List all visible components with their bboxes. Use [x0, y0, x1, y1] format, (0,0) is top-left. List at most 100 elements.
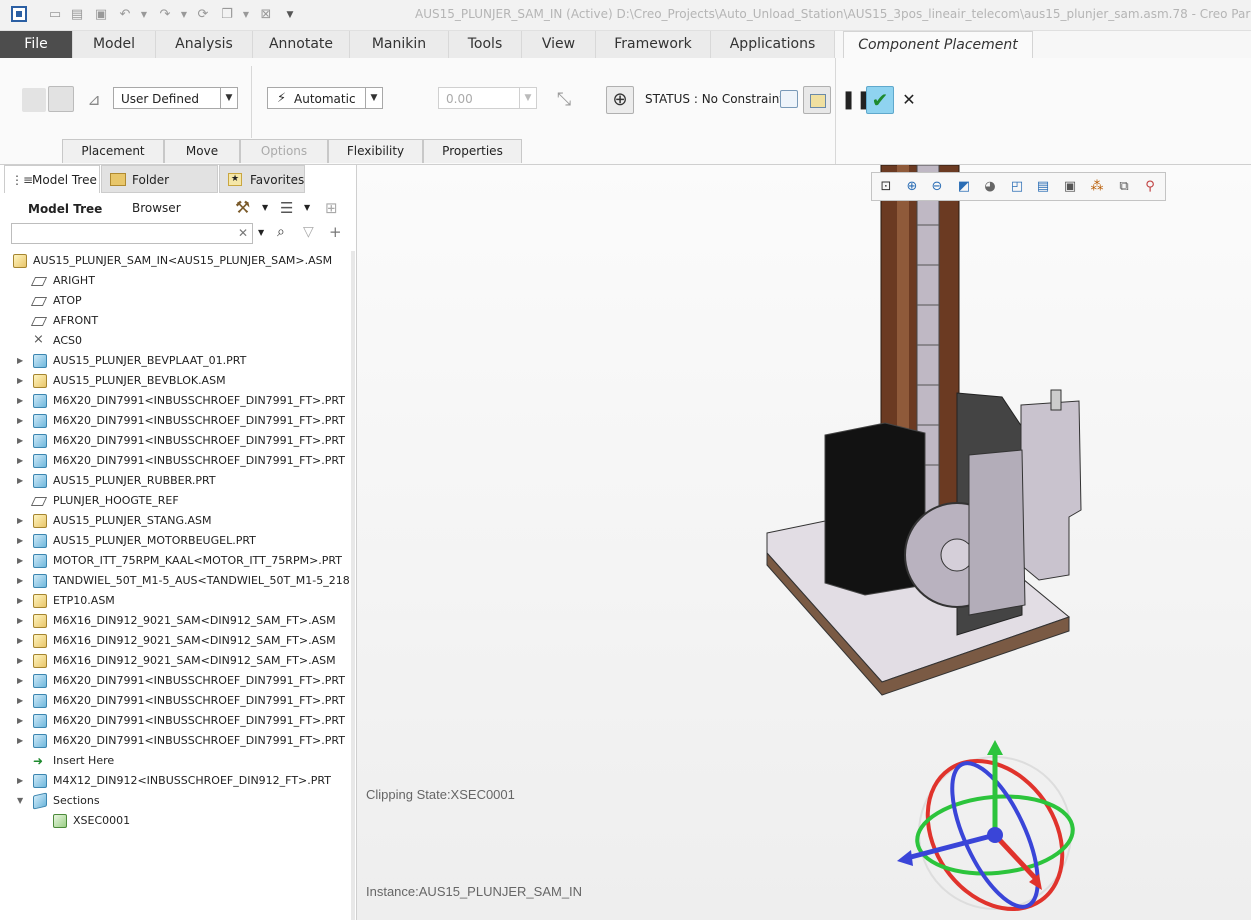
subtab-move[interactable]: Move — [164, 139, 240, 163]
open-folder-icon[interactable]: ▤ — [69, 7, 85, 23]
constraint-type-dropdown[interactable]: ⚡ Automatic ▼ — [267, 87, 383, 109]
annotation-display-icon[interactable]: ⚲ — [1142, 179, 1158, 195]
tree-item[interactable]: XSEC0001 — [0, 811, 350, 831]
tree-item[interactable]: PLUNJER_HOOGTE_REF — [0, 491, 350, 511]
panel-tab-folder-browser[interactable]: Folder Browser — [101, 165, 218, 215]
expand-right-icon[interactable]: ▶ — [17, 411, 27, 431]
tree-item[interactable]: ARIGHT — [0, 271, 350, 291]
tree-item[interactable]: ▶ M6X20_DIN7991<INBUSSCHROEF_DIN7991_FT>.… — [0, 391, 350, 411]
separate-window-icon[interactable] — [780, 90, 798, 108]
tree-item[interactable]: ▶ M4X12_DIN912<INBUSSCHROEF_DIN912_FT>.PR… — [0, 771, 350, 791]
tree-item[interactable]: ▶ M6X20_DIN7991<INBUSSCHROEF_DIN7991_FT>.… — [0, 731, 350, 751]
tree-item[interactable]: ▶ M6X20_DIN7991<INBUSSCHROEF_DIN7991_FT>.… — [0, 451, 350, 471]
expand-right-icon[interactable]: ▶ — [17, 431, 27, 451]
subtab-options[interactable]: Options — [240, 139, 328, 163]
tree-item[interactable]: ▶ M6X20_DIN7991<INBUSSCHROEF_DIN7991_FT>.… — [0, 671, 350, 691]
tree-item[interactable]: ▶ M6X16_DIN912_9021_SAM<DIN912_SAM_FT>.AS… — [0, 611, 350, 631]
tab-model[interactable]: Model — [73, 31, 156, 58]
undo-dropdown-icon[interactable]: ▼ — [136, 7, 152, 23]
offset-value-input[interactable]: 0.00 ▼ — [438, 87, 537, 109]
pause-icon[interactable]: ❚❚ — [841, 88, 871, 112]
expand-right-icon[interactable]: ▶ — [17, 731, 27, 751]
tree-item[interactable]: ▶ AUS15_PLUNJER_STANG.ASM — [0, 511, 350, 531]
tree-item[interactable]: ▶ M6X20_DIN7991<INBUSSCHROEF_DIN7991_FT>.… — [0, 431, 350, 451]
tree-item[interactable]: ▶ M6X20_DIN7991<INBUSSCHROEF_DIN7991_FT>.… — [0, 691, 350, 711]
placement-status-icon[interactable]: ⊕ — [606, 86, 634, 114]
assembly-model-render[interactable] — [357, 165, 1251, 920]
save-icon[interactable]: ▣ — [93, 7, 109, 23]
tab-manikin[interactable]: Manikin — [350, 31, 449, 58]
expand-right-icon[interactable]: ▶ — [17, 451, 27, 471]
clear-search-icon[interactable]: ✕ — [238, 226, 248, 240]
display-style-icon[interactable]: ◕ — [982, 179, 998, 195]
expand-right-icon[interactable]: ▶ — [17, 531, 27, 551]
graphics-window[interactable]: Clipping State:XSEC0001 Instance:AUS15_P… — [357, 165, 1251, 920]
flip-constraint-icon[interactable]: ⤡ — [552, 88, 576, 112]
tree-item[interactable]: ▶ ETP10.ASM — [0, 591, 350, 611]
cancel-x-icon[interactable]: ✕ — [897, 88, 921, 112]
tab-view[interactable]: View — [522, 31, 596, 58]
tree-item[interactable]: AFRONT — [0, 311, 350, 331]
expand-right-icon[interactable]: ▶ — [17, 711, 27, 731]
tree-item[interactable]: ▶ MOTOR_ITT_75RPM_KAAL<MOTOR_ITT_75RPM>.P… — [0, 551, 350, 571]
zoom-out-icon[interactable]: ⊖ — [929, 179, 945, 195]
customize-toolbar-icon[interactable]: ▼ — [282, 7, 298, 23]
tree-item[interactable]: ➜ Insert Here — [0, 751, 350, 771]
filter-funnel-icon[interactable]: ▽ — [303, 224, 314, 240]
tree-settings-dropdown-icon[interactable]: ▼ — [262, 203, 268, 212]
tree-item[interactable]: ▶ AUS15_PLUNJER_MOTORBEUGEL.PRT — [0, 531, 350, 551]
windows-dropdown-icon[interactable]: ▼ — [238, 7, 254, 23]
tree-scrollbar[interactable] — [351, 251, 355, 920]
tab-tools[interactable]: Tools — [449, 31, 522, 58]
expand-right-icon[interactable]: ▶ — [17, 651, 27, 671]
app-icon[interactable] — [11, 6, 27, 22]
binoculars-icon[interactable]: ⌕ — [277, 224, 285, 240]
expand-right-icon[interactable]: ▶ — [17, 771, 27, 791]
tree-item[interactable]: ▶ M6X16_DIN912_9021_SAM<DIN912_SAM_FT>.AS… — [0, 631, 350, 651]
expand-down-icon[interactable]: ▼ — [17, 791, 27, 811]
connection-type-icon[interactable]: ⊿ — [82, 88, 106, 112]
expand-right-icon[interactable]: ▶ — [17, 631, 27, 651]
refit-icon[interactable]: ⊡ — [878, 179, 894, 195]
show-dropdown-icon[interactable]: ▼ — [304, 203, 310, 212]
expand-right-icon[interactable]: ▶ — [17, 591, 27, 611]
new-file-icon[interactable]: ▭ — [47, 7, 63, 23]
constraint-set-dropdown[interactable]: User Defined ▼ — [113, 87, 238, 109]
expand-right-icon[interactable]: ▶ — [17, 691, 27, 711]
tree-item[interactable]: ▶ AUS15_PLUNJER_BEVPLAAT_01.PRT — [0, 351, 350, 371]
close-window-icon[interactable]: ⊠ — [258, 7, 274, 23]
saved-orientations-icon[interactable]: ◰ — [1009, 179, 1025, 195]
use-interface-icon[interactable] — [22, 88, 46, 112]
view-manager-icon[interactable]: ▤ — [1035, 179, 1051, 195]
subtab-properties[interactable]: Properties — [423, 139, 522, 163]
tree-search-input[interactable]: ✕ — [11, 223, 253, 244]
3d-dragger[interactable] — [897, 740, 1087, 920]
panel-tab-model-tree[interactable]: ⋮≡ Model Tree — [4, 165, 100, 193]
perspective-view-icon[interactable]: ▣ — [1062, 179, 1078, 195]
tab-annotate[interactable]: Annotate — [253, 31, 350, 58]
tree-item[interactable]: ATOP — [0, 291, 350, 311]
tab-component-placement[interactable]: Component Placement — [843, 31, 1033, 59]
tree-item[interactable]: ▶ AUS15_PLUNJER_BEVBLOK.ASM — [0, 371, 350, 391]
tab-analysis[interactable]: Analysis — [156, 31, 253, 58]
datum-display-icon[interactable]: ⁂ — [1089, 179, 1105, 195]
search-dropdown-icon[interactable]: ▼ — [258, 228, 264, 237]
subtab-flexibility[interactable]: Flexibility — [328, 139, 423, 163]
tree-filter-grid-icon[interactable]: ⊞ — [325, 199, 338, 217]
user-defined-set-icon[interactable] — [48, 86, 74, 112]
redo-icon[interactable]: ↷ — [157, 7, 173, 23]
expand-right-icon[interactable]: ▶ — [17, 471, 27, 491]
panel-tab-favorites[interactable]: ★ Favorites — [219, 165, 305, 193]
expand-right-icon[interactable]: ▶ — [17, 391, 27, 411]
tree-settings-icon[interactable]: ⚒ — [235, 198, 250, 218]
redo-dropdown-icon[interactable]: ▼ — [176, 7, 192, 23]
subtab-placement[interactable]: Placement — [62, 139, 164, 163]
expand-right-icon[interactable]: ▶ — [17, 371, 27, 391]
expand-right-icon[interactable]: ▶ — [17, 571, 27, 591]
expand-right-icon[interactable]: ▶ — [17, 511, 27, 531]
confirm-checkmark-icon[interactable]: ✔ — [866, 86, 894, 114]
expand-right-icon[interactable]: ▶ — [17, 671, 27, 691]
tree-item[interactable]: AUS15_PLUNJER_SAM_IN<AUS15_PLUNJER_SAM>.… — [0, 251, 350, 271]
tree-item[interactable]: ▶ AUS15_PLUNJER_RUBBER.PRT — [0, 471, 350, 491]
spin-center-icon[interactable]: ⧉ — [1116, 179, 1132, 195]
